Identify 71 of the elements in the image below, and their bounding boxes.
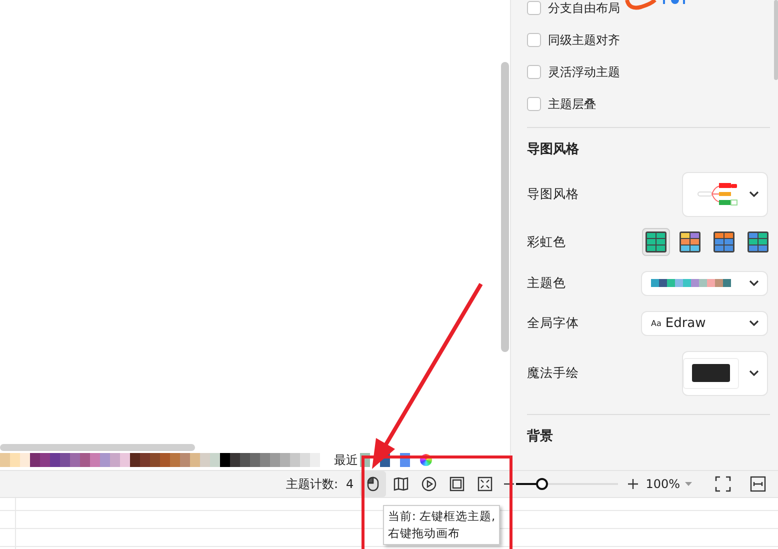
checkbox[interactable]	[527, 97, 541, 111]
fullscreen-icon[interactable]	[715, 476, 731, 492]
color-swatch[interactable]	[200, 452, 210, 466]
checkbox-label: 灵活浮动主题	[548, 64, 620, 80]
color-swatch[interactable]	[270, 452, 280, 466]
color-swatch[interactable]	[40, 452, 50, 466]
row-label: 导图风格	[527, 186, 579, 202]
checkbox[interactable]	[527, 65, 541, 79]
color-swatch[interactable]	[300, 452, 310, 466]
chevron-down-icon	[749, 191, 759, 197]
rainbow-option[interactable]	[642, 228, 670, 256]
color-swatch[interactable]	[10, 452, 20, 466]
color-swatch[interactable]	[260, 452, 270, 466]
hand-drawn-dropdown[interactable]	[682, 350, 768, 396]
topic-count: 4	[346, 477, 354, 491]
color-swatch[interactable]	[180, 452, 190, 466]
fit-width-icon[interactable]	[750, 476, 766, 492]
scrollbar[interactable]	[0, 444, 195, 451]
color-swatch[interactable]	[60, 452, 70, 466]
color-swatch[interactable]	[120, 452, 130, 466]
color-swatch[interactable]	[310, 452, 320, 466]
style-dropdown[interactable]	[682, 172, 768, 216]
color-swatch[interactable]	[80, 452, 90, 466]
color-swatch[interactable]	[140, 452, 150, 466]
checkbox-label: 主题层叠	[548, 96, 596, 112]
row-label: 魔法手绘	[527, 364, 579, 382]
color-swatch[interactable]	[30, 452, 40, 466]
color-swatch[interactable]	[290, 452, 300, 466]
checkbox-label: 分支自由布局	[548, 0, 620, 16]
font-dropdown[interactable]: Aa Edraw	[641, 310, 768, 336]
color-swatch[interactable]	[90, 452, 100, 466]
zoom-percent[interactable]: 100%	[646, 477, 680, 491]
row-label: 彩虹色	[527, 234, 566, 250]
color-swatch[interactable]	[20, 452, 30, 466]
color-swatch[interactable]	[280, 452, 290, 466]
color-swatch[interactable]	[240, 452, 250, 466]
checkbox-label: 同级主题对齐	[548, 32, 620, 48]
row-label: 全局字体	[527, 314, 579, 332]
checkbox[interactable]	[527, 33, 541, 47]
caret-icon[interactable]	[685, 482, 692, 486]
section-title: 背景	[527, 428, 554, 446]
color-swatch[interactable]	[220, 452, 230, 466]
dark-swatch-icon	[692, 364, 730, 382]
color-swatch[interactable]	[150, 452, 160, 466]
chevron-down-icon	[749, 280, 759, 286]
color-swatch[interactable]	[0, 452, 10, 466]
color-swatch[interactable]	[110, 452, 120, 466]
row-label: 主题色	[527, 274, 566, 292]
color-swatch[interactable]	[160, 452, 170, 466]
section-title: 导图风格	[527, 141, 580, 159]
checkbox[interactable]	[527, 1, 541, 15]
zoom-in-icon[interactable]	[628, 479, 638, 489]
color-swatch[interactable]	[100, 452, 110, 466]
scrollbar[interactable]	[501, 62, 509, 352]
color-swatch[interactable]	[190, 452, 200, 466]
mindmap-style-icon	[697, 182, 739, 206]
color-swatch[interactable]	[70, 452, 80, 466]
topic-count-label: 主题计数:	[286, 476, 338, 492]
tooltip: 当前: 左键框选主题, 右键拖动画布	[383, 505, 500, 545]
color-swatch[interactable]	[210, 452, 220, 466]
color-swatch[interactable]	[130, 452, 140, 466]
slider-thumb[interactable]	[536, 478, 548, 490]
theme-color-dropdown[interactable]	[641, 270, 768, 296]
color-swatch[interactable]	[230, 452, 240, 466]
recent-label: 最近	[334, 452, 358, 466]
color-swatch[interactable]	[170, 452, 180, 466]
chevron-down-icon	[749, 320, 759, 326]
color-swatch[interactable]	[50, 452, 60, 466]
scrollbar[interactable]	[774, 0, 778, 80]
color-swatch[interactable]	[250, 452, 260, 466]
chevron-down-icon	[749, 370, 759, 376]
